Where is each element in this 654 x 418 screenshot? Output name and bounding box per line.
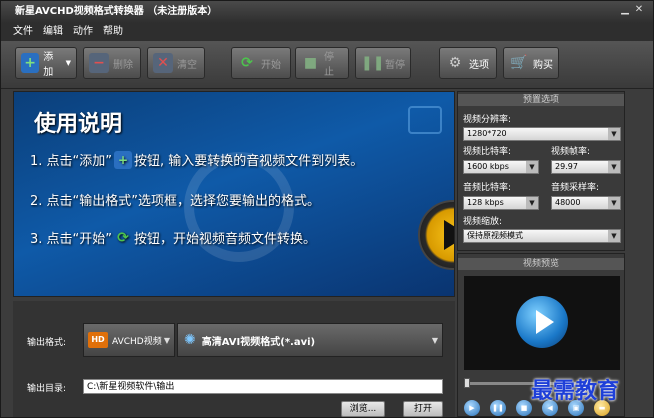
preview-screen [464,276,620,370]
clear-button[interactable]: ✕ 清空 [147,47,205,79]
framerate-select[interactable]: 29.97 ▼ [551,160,621,174]
add-button[interactable]: + 添加 ▼ [15,47,77,79]
film-icon [408,106,442,134]
browse-button[interactable]: 浏览... [341,401,385,417]
cart-icon: 🛒 [510,55,528,71]
menu-action[interactable]: 动作 [73,23,93,41]
preview-header: 视频预览 [458,258,624,270]
format-icon: ✺ [184,332,196,348]
chevron-down-icon: ▼ [65,59,71,67]
menu-bar: 文件 编辑 动作 帮助 [1,23,653,41]
output-dir-label: 输出目录: [27,384,67,394]
app-window: 新星AVCHD视频格式转换器 （未注册版本） ▁ ✕ 文件 编辑 动作 帮助 +… [0,0,654,418]
gear-icon: ⚙ [448,55,462,71]
format-category-value: AVCHD视频 [112,336,162,347]
window-title: 新星AVCHD视频格式转换器 （未注册版本） [15,6,218,17]
pause-button[interactable]: ❚❚ 暂停 [355,47,411,79]
output-format-label: 输出格式: [27,338,67,348]
stop-icon[interactable]: ■ [516,400,532,416]
menu-file[interactable]: 文件 [13,23,33,41]
options-button[interactable]: ⚙ 选项 [439,47,497,79]
menu-edit[interactable]: 编辑 [43,23,63,41]
pause-icon[interactable]: ❚❚ [490,400,506,416]
framerate-label: 视频帧率: [551,147,591,157]
audio-bitrate-label: 音频比特率: [463,183,512,193]
toolbar: + 添加 ▼ − 删除 ✕ 清空 ⟳ 开始 ■ 停止 ❚❚ 暂停 ⚙ 选项 🛒 [1,41,653,89]
instruction-step-1: 1. 点击“添加” + 按钮, 输入要转换的音视频文件到列表。 [30,150,364,169]
play-icon[interactable]: ▶ [464,400,480,416]
output-settings-panel: 输出格式: HD AVCHD视频 ▼ ✺ 高清AVI视频格式(*.avi) ▼ … [13,301,455,417]
chevron-down-icon: ▼ [526,197,538,209]
chevron-down-icon: ▼ [163,335,170,345]
refresh-icon: ⟳ [117,229,129,246]
instruction-step-3: 3. 点击“开始” ⟳ 按钮，开始视频音频文件转换。 [30,229,317,248]
watermark-logo: 最需教育 [531,378,620,404]
chevron-down-icon: ▼ [608,197,620,209]
audio-bitrate-select[interactable]: 128 kbps ▼ [463,196,539,210]
window-controls: ▁ ✕ [619,4,645,16]
refresh-icon: ⟳ [241,55,253,71]
chevron-down-icon: ▼ [608,161,620,173]
chevron-down-icon: ▼ [526,161,538,173]
preset-header: 预置选项 [458,94,624,106]
start-button[interactable]: ⟳ 开始 [231,47,291,79]
resolution-label: 视频分辨率: [463,115,512,125]
close-icon[interactable]: ✕ [633,4,645,16]
clear-icon: ✕ [153,53,173,73]
add-file-icon: + [21,53,40,73]
play-icon[interactable] [516,296,568,348]
instructions-panel: 使用说明 1. 点击“添加” + 按钮, 输入要转换的音视频文件到列表。 2. … [13,91,455,297]
output-format-value: 高清AVI视频格式(*.avi) [201,336,316,348]
preset-options-panel: 预置选项 视频分辨率: 1280*720 ▼ 视频比特率: 视频帧率: 1600 … [457,91,625,251]
format-category-select[interactable]: HD AVCHD视频 ▼ [83,323,175,357]
pause-icon: ❚❚ [361,55,385,71]
delete-button[interactable]: − 删除 [83,47,141,79]
title-bar: 新星AVCHD视频格式转换器 （未注册版本） ▁ ✕ [1,1,653,23]
play-disc-icon [418,200,454,270]
open-button[interactable]: 打开 [403,401,443,417]
samplerate-label: 音频采样率: [551,183,600,193]
instruction-step-2: 2. 点击“输出格式”选项框，选择您要输出的格式。 [30,194,321,209]
chevron-down-icon: ▼ [431,335,438,345]
video-scale-label: 视频缩放: [463,217,503,227]
video-scale-select[interactable]: 保持原视频模式 ▼ [463,229,621,243]
chevron-down-icon: ▼ [608,230,620,242]
buy-button[interactable]: 🛒 购买 [503,47,559,79]
resolution-select[interactable]: 1280*720 ▼ [463,127,621,141]
seek-handle[interactable] [464,378,470,388]
chevron-down-icon: ▼ [608,128,620,140]
stop-icon: ■ [303,55,318,71]
instructions-title: 使用说明 [34,112,123,137]
minimize-icon[interactable]: ▁ [619,4,631,16]
samplerate-select[interactable]: 48000 ▼ [551,196,621,210]
stop-button[interactable]: ■ 停止 [295,47,349,79]
video-bitrate-select[interactable]: 1600 kbps ▼ [463,160,539,174]
delete-icon: − [89,53,109,73]
video-bitrate-label: 视频比特率: [463,147,512,157]
hd-badge-icon: HD [88,332,108,348]
menu-help[interactable]: 帮助 [103,23,123,41]
add-file-icon: + [114,150,133,169]
output-dir-field[interactable]: C:\新星视频软件\输出 [83,379,443,394]
output-format-select[interactable]: ✺ 高清AVI视频格式(*.avi) ▼ [177,323,443,357]
